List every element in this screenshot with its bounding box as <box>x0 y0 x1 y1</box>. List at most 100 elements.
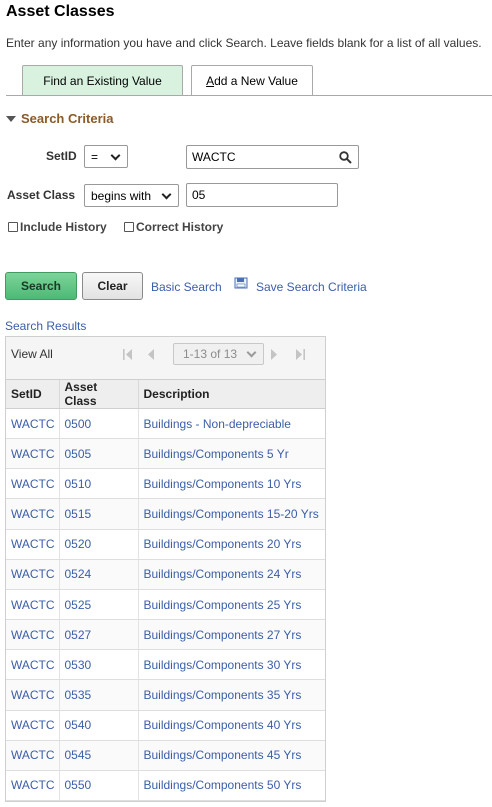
table-row[interactable]: WACTC 0550 Buildings/Components 50 Yrs <box>6 770 325 802</box>
asset-class-input-value: 05 <box>192 188 206 202</box>
cell-setid[interactable]: WACTC <box>6 619 59 651</box>
chevron-down-icon <box>161 189 172 200</box>
tab-add-hotkey-letter: A <box>206 74 215 88</box>
save-search-criteria-link[interactable]: Save Search Criteria <box>256 280 367 294</box>
next-page-icon[interactable] <box>269 349 279 360</box>
cell-asset-class[interactable]: 0515 <box>58 498 138 530</box>
table-row[interactable]: WACTC 0520 Buildings/Components 20 Yrs <box>6 529 325 560</box>
cell-description[interactable]: Buildings/Components 15-20 Yrs <box>137 498 325 530</box>
previous-page-icon[interactable] <box>147 349 157 360</box>
cell-setid[interactable]: WACTC <box>6 589 59 621</box>
search-criteria-label: Search Criteria <box>21 111 114 126</box>
table-row[interactable]: WACTC 0530 Buildings/Components 30 Yrs <box>6 649 325 681</box>
setid-operator-select[interactable]: = <box>84 145 128 168</box>
asset-class-label: Asset Class <box>7 188 76 202</box>
cell-setid[interactable]: WACTC <box>6 740 59 771</box>
view-all-link[interactable]: View All <box>11 347 53 361</box>
cell-setid[interactable]: WACTC <box>6 649 59 681</box>
include-history-box[interactable] <box>8 222 18 232</box>
setid-input-value: WACTC <box>192 150 236 164</box>
table-row[interactable]: WACTC 0545 Buildings/Components 45 Yrs <box>6 740 325 771</box>
cell-asset-class[interactable]: 0540 <box>58 710 138 741</box>
cell-setid[interactable]: WACTC <box>6 529 59 560</box>
results-table: SetID Asset Class Description WACTC 0500 B… <box>6 379 325 802</box>
search-results-title: Search Results <box>5 319 87 333</box>
correct-history-checkbox[interactable]: Correct History <box>124 220 223 234</box>
page-instructions: Enter any information you have and click… <box>6 36 482 50</box>
cell-description[interactable]: Buildings/Components 24 Yrs <box>137 559 325 590</box>
correct-history-box[interactable] <box>124 222 134 232</box>
cell-description[interactable]: Buildings/Components 10 Yrs <box>137 468 325 500</box>
first-page-icon[interactable] <box>123 349 133 360</box>
table-row[interactable]: WACTC 0524 Buildings/Components 24 Yrs <box>6 559 325 590</box>
cell-setid[interactable]: WACTC <box>6 438 59 470</box>
cell-description[interactable]: Buildings/Components 45 Yrs <box>137 740 325 771</box>
cell-setid[interactable]: WACTC <box>6 559 59 590</box>
cell-asset-class[interactable]: 0545 <box>58 740 138 771</box>
column-header-asset-class[interactable]: Asset Class <box>58 379 138 409</box>
grid-navigation-bar: View All 1-13 of 13 <box>6 337 325 379</box>
asset-class-input[interactable]: 05 <box>186 183 338 207</box>
cell-setid[interactable]: WACTC <box>6 498 59 530</box>
cell-description[interactable]: Buildings/Components 25 Yrs <box>137 589 325 621</box>
cell-asset-class[interactable]: 0505 <box>58 438 138 470</box>
cell-description[interactable]: Buildings/Components 5 Yr <box>137 438 325 470</box>
search-button[interactable]: Search <box>5 272 77 300</box>
tab-add-new-value-label: dd a New Value <box>214 74 298 88</box>
cell-description[interactable]: Buildings/Components 20 Yrs <box>137 529 325 560</box>
correct-history-label: Correct History <box>136 220 224 234</box>
cell-asset-class[interactable]: 0520 <box>58 529 138 560</box>
tab-divider <box>6 95 492 96</box>
asset-class-operator-select[interactable]: begins with <box>84 184 179 207</box>
save-search-icon[interactable] <box>234 277 248 289</box>
tab-find-existing-value-label: Find an Existing Value <box>43 74 162 88</box>
search-results-grid: View All 1-13 of 13 SetID Asset Class De… <box>5 336 326 802</box>
tab-find-existing-value[interactable]: Find an Existing Value <box>22 65 183 96</box>
cell-setid[interactable]: WACTC <box>6 468 59 500</box>
clear-button[interactable]: Clear <box>82 272 143 300</box>
results-header-row: SetID Asset Class Description <box>6 379 325 409</box>
page-range-value: 1-13 of 13 <box>183 347 238 361</box>
column-header-description[interactable]: Description <box>137 379 325 409</box>
cell-asset-class[interactable]: 0530 <box>58 649 138 681</box>
cell-asset-class[interactable]: 0500 <box>58 408 138 440</box>
table-row[interactable]: WACTC 0515 Buildings/Components 15-20 Yrs <box>6 498 325 530</box>
include-history-label: Include History <box>20 220 107 234</box>
last-page-icon[interactable] <box>295 349 305 360</box>
cell-asset-class[interactable]: 0525 <box>58 589 138 621</box>
page-range-select[interactable]: 1-13 of 13 <box>173 343 264 365</box>
chevron-down-icon <box>110 150 121 161</box>
cell-asset-class[interactable]: 0527 <box>58 619 138 651</box>
cell-setid[interactable]: WACTC <box>6 679 59 711</box>
cell-description[interactable]: Buildings/Components 35 Yrs <box>137 679 325 711</box>
table-row[interactable]: WACTC 0525 Buildings/Components 25 Yrs <box>6 589 325 621</box>
setid-operator-value: = <box>91 149 99 164</box>
cell-setid[interactable]: WACTC <box>6 770 59 802</box>
cell-description[interactable]: Buildings/Components 50 Yrs <box>137 770 325 802</box>
cell-description[interactable]: Buildings/Components 30 Yrs <box>137 649 325 681</box>
include-history-checkbox[interactable]: Include History <box>8 220 107 234</box>
table-row[interactable]: WACTC 0527 Buildings/Components 27 Yrs <box>6 619 325 651</box>
basic-search-link[interactable]: Basic Search <box>151 280 222 294</box>
cell-description[interactable]: Buildings/Components 27 Yrs <box>137 619 325 651</box>
cell-setid[interactable]: WACTC <box>6 710 59 741</box>
magnifier-icon[interactable] <box>339 151 352 164</box>
cell-asset-class[interactable]: 0524 <box>58 559 138 590</box>
setid-input[interactable]: WACTC <box>186 145 359 169</box>
cell-description[interactable]: Buildings/Components 40 Yrs <box>137 710 325 741</box>
column-header-setid[interactable]: SetID <box>6 379 59 409</box>
table-row[interactable]: WACTC 0540 Buildings/Components 40 Yrs <box>6 710 325 741</box>
cell-asset-class[interactable]: 0535 <box>58 679 138 711</box>
tab-add-new-value[interactable]: Add a New Value <box>191 65 313 96</box>
table-row[interactable]: WACTC 0535 Buildings/Components 35 Yrs <box>6 679 325 711</box>
table-row[interactable]: WACTC 0510 Buildings/Components 10 Yrs <box>6 468 325 500</box>
table-row[interactable]: WACTC 0500 Buildings - Non-depreciable <box>6 408 325 440</box>
cell-asset-class[interactable]: 0550 <box>58 770 138 802</box>
cell-description[interactable]: Buildings - Non-depreciable <box>137 408 325 440</box>
page-title: Asset Classes <box>6 3 115 20</box>
cell-asset-class[interactable]: 0510 <box>58 468 138 500</box>
triangle-down-icon <box>6 115 16 122</box>
table-row[interactable]: WACTC 0505 Buildings/Components 5 Yr <box>6 438 325 470</box>
cell-setid[interactable]: WACTC <box>6 408 59 440</box>
search-criteria-header[interactable]: Search Criteria <box>6 111 114 126</box>
